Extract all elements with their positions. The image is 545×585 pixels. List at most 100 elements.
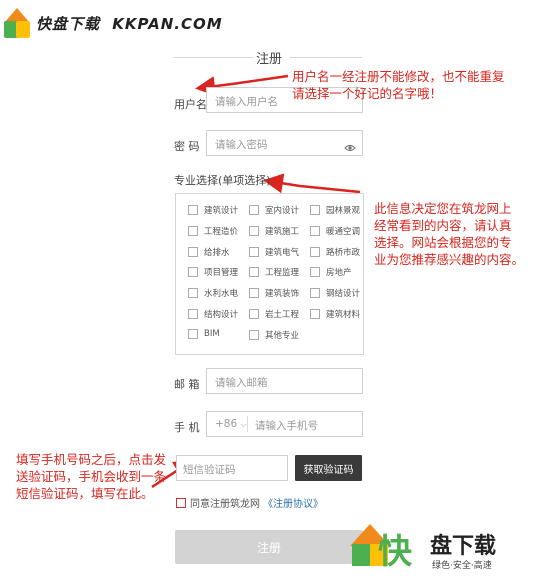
specialty-option-label: 路桥市政 <box>326 247 361 258</box>
specialty-checkbox[interactable] <box>249 309 259 319</box>
specialty-option[interactable]: 房地产 <box>310 266 352 278</box>
country-code-select[interactable]: +86 ⌵ <box>215 418 247 430</box>
specialty-option-label: 房地产 <box>326 268 352 279</box>
phone-annotation-line-3: 短信验证码，填写在此。 <box>16 486 154 501</box>
specialty-annotation: 此信息决定您在筑龙网上 经常看到的内容，请认真 选择。网站会根据您的专 业为您推… <box>374 200 524 268</box>
watermark-slogan: 绿色·安全·高速 <box>432 561 492 571</box>
specialty-checkbox[interactable] <box>249 329 259 340</box>
specialty-option[interactable]: 园林景观 <box>310 204 360 216</box>
phone-annotation-line-1: 填写手机号码之后，点击发 <box>16 452 167 467</box>
specialty-checkbox[interactable] <box>249 288 259 299</box>
phone-label: 手 机 <box>174 421 200 434</box>
specialty-option-label: 建筑电气 <box>265 247 300 258</box>
country-code-value: +86 <box>215 418 238 430</box>
specialty-option[interactable]: 暖通空调 <box>310 225 360 237</box>
specialty-option[interactable]: 工程造价 <box>188 225 238 237</box>
specialty-option-label: 工程监理 <box>265 268 300 279</box>
specialty-checkbox[interactable] <box>310 205 320 215</box>
specialty-checkbox[interactable] <box>310 225 320 236</box>
specialty-checkbox[interactable] <box>310 246 320 257</box>
specialty-option-label: 室内设计 <box>265 206 300 216</box>
agreement-checkbox[interactable] <box>176 497 186 508</box>
watermark-logo-bottom: 快 盘下载 绿色·安全·高速 <box>350 522 535 574</box>
specialty-option-label: 工程造价 <box>204 226 239 237</box>
eye-icon[interactable] <box>344 138 356 157</box>
specialty-option[interactable]: 室内设计 <box>249 204 299 216</box>
username-annotation-line-2: 请选择一个好记的名字哦！ <box>292 86 443 101</box>
phone-input[interactable]: +86 ⌵ 请输入手机号 <box>206 411 363 437</box>
username-annotation: 用户名一经注册不能修改，也不能重复 请选择一个好记的名字哦！ <box>292 68 505 102</box>
specialty-options-box: 建筑设计 室内设计 园林景观工程造价 建筑施工 暖通空调给排水 建筑电气 路桥市政项目管理 工… <box>175 193 364 355</box>
specialty-option[interactable]: 建筑施工 <box>249 225 299 237</box>
specialty-checkbox[interactable] <box>188 267 198 278</box>
specialty-label: 专业选择(单项选择) <box>174 174 271 187</box>
specialty-option-label: 暖通空调 <box>326 226 361 237</box>
specialty-checkbox[interactable] <box>249 267 259 278</box>
phone-placeholder: 请输入手机号 <box>255 420 318 432</box>
specialty-option-label: 钢结设计 <box>326 289 361 300</box>
specialty-checkbox[interactable] <box>188 328 198 339</box>
agreement-text: 同意注册筑龙网 <box>190 499 260 510</box>
specialty-option[interactable]: 其他专业 <box>249 329 299 341</box>
specialty-annotation-line-4: 业为您推荐感兴趣的内容。 <box>374 252 525 267</box>
email-placeholder: 请输入邮箱 <box>215 377 268 389</box>
specialty-option[interactable]: 项目管理 <box>188 266 238 278</box>
specialty-option-label: 项目管理 <box>204 268 239 279</box>
phone-annotation: 填写手机号码之后，点击发 送验证码，手机会收到一条 短信验证码，填写在此。 <box>16 451 166 502</box>
specialty-checkbox[interactable] <box>188 288 198 299</box>
register-button[interactable]: 注册 <box>175 530 363 564</box>
username-annotation-line-1: 用户名一经注册不能修改，也不能重复 <box>292 69 505 84</box>
specialty-option-label: 给排水 <box>204 247 230 258</box>
specialty-checkbox[interactable] <box>249 225 259 236</box>
email-input[interactable]: 请输入邮箱 <box>206 368 363 394</box>
specialty-checkbox[interactable] <box>188 225 198 236</box>
specialty-option-label: BIM <box>204 328 220 339</box>
specialty-option-label: 园林景观 <box>326 206 361 216</box>
specialty-option[interactable]: 路桥市政 <box>310 246 360 258</box>
specialty-checkbox[interactable] <box>188 205 198 215</box>
specialty-option[interactable]: 建筑设计 <box>188 204 238 216</box>
password-placeholder: 请输入密码 <box>215 139 268 151</box>
specialty-annotation-line-1: 此信息决定您在筑龙网上 <box>374 201 512 216</box>
specialty-checkbox[interactable] <box>310 309 320 319</box>
phone-divider <box>247 416 248 432</box>
specialty-checkbox[interactable] <box>188 309 198 319</box>
username-placeholder: 请输入用户名 <box>215 96 278 108</box>
specialty-option-label: 岩土工程 <box>265 310 300 320</box>
specialty-checkbox[interactable] <box>249 205 259 215</box>
specialty-option[interactable]: 水利水电 <box>188 287 238 299</box>
watermark-big-name-rest: 盘下载 <box>430 534 497 559</box>
specialty-checkbox[interactable] <box>188 246 198 257</box>
specialty-option-label: 结构设计 <box>204 310 239 320</box>
sms-code-input[interactable]: 短信验证码 <box>176 455 288 481</box>
specialty-option[interactable]: BIM <box>188 328 220 339</box>
specialty-checkbox[interactable] <box>310 267 320 278</box>
specialty-option[interactable]: 钢结设计 <box>310 287 360 299</box>
specialty-option[interactable]: 建筑装饰 <box>249 287 299 299</box>
specialty-option[interactable]: 给排水 <box>188 246 230 258</box>
email-label: 邮 箱 <box>174 378 200 391</box>
password-input[interactable]: 请输入密码 <box>206 130 363 156</box>
specialty-annotation-line-3: 选择。网站会根据您的专 <box>374 235 512 250</box>
specialty-option[interactable]: 建筑电气 <box>249 246 299 258</box>
specialty-checkbox[interactable] <box>249 246 259 257</box>
chevron-down-icon: ⌵ <box>240 420 247 429</box>
specialty-option[interactable]: 岩土工程 <box>249 308 299 320</box>
specialty-option[interactable]: 工程监理 <box>249 266 299 278</box>
specialty-annotation-line-2: 经常看到的内容，请认真 <box>374 218 512 233</box>
specialty-option[interactable]: 建筑材料 <box>310 308 360 320</box>
specialty-checkbox[interactable] <box>310 288 320 299</box>
arrow-specialty <box>263 173 361 194</box>
specialty-option-label: 水利水电 <box>204 289 239 300</box>
phone-annotation-line-2: 送验证码，手机会收到一条 <box>16 469 167 484</box>
specialty-option-label: 建筑施工 <box>265 226 300 237</box>
agreement-row: 同意注册筑龙网 《注册协议》 <box>176 495 323 510</box>
password-label: 密 码 <box>174 140 200 153</box>
watermark-big-char: 快 <box>378 532 412 572</box>
sms-code-placeholder: 短信验证码 <box>183 464 236 476</box>
specialty-option-label: 建筑装饰 <box>265 289 300 300</box>
specialty-option-label: 建筑设计 <box>204 206 239 216</box>
get-code-button[interactable]: 获取验证码 <box>295 455 362 481</box>
agreement-link[interactable]: 《注册协议》 <box>263 495 323 510</box>
specialty-option[interactable]: 结构设计 <box>188 308 238 320</box>
